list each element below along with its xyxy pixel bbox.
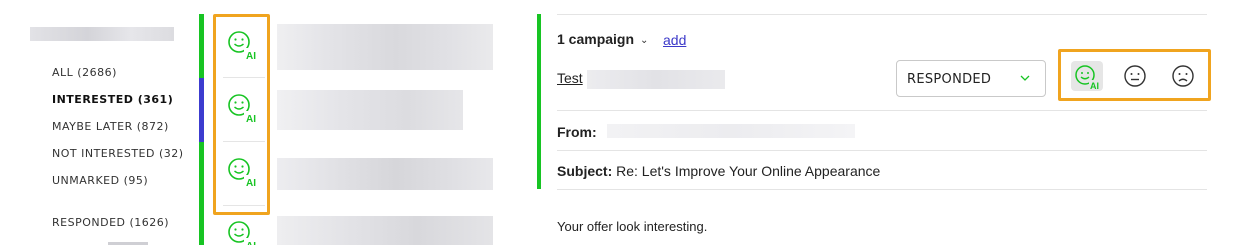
svg-text:AI: AI [246, 241, 256, 245]
filter-responded[interactable]: RESPONDED (1626) [52, 216, 169, 229]
status-dropdown[interactable]: RESPONDED [896, 60, 1046, 97]
divider [557, 14, 1207, 15]
chevron-down-icon [1020, 75, 1030, 81]
message-body: Your offer look interesting. [557, 219, 708, 234]
ai-smile-icon[interactable]: AI [226, 219, 260, 245]
list-item[interactable]: AI [199, 142, 519, 206]
neutral-button[interactable] [1119, 61, 1151, 91]
subject-value: Re: Let's Improve Your Online Appearance [616, 163, 881, 179]
filter-maybe-later[interactable]: MAYBE LATER (872) [52, 120, 169, 133]
add-campaign-link[interactable]: add [663, 32, 686, 48]
row-status-bar [199, 206, 204, 245]
divider [557, 110, 1207, 111]
ai-smile-icon[interactable]: AI [226, 92, 260, 126]
filter-all[interactable]: ALL (2686) [52, 66, 117, 79]
from-address-redacted [607, 124, 855, 138]
neutral-face-icon [1124, 65, 1146, 87]
row-status-bar [199, 142, 204, 206]
campaign-selector[interactable]: 1 campaign ⌄ [557, 31, 648, 47]
list-item[interactable]: AI [199, 14, 519, 78]
svg-text:AI: AI [246, 178, 256, 189]
sentiment-selector: AI [1058, 49, 1211, 101]
list-item[interactable]: AI [199, 78, 519, 142]
filter-interested[interactable]: INTERESTED (361) [52, 93, 173, 106]
list-item[interactable]: AI [199, 206, 519, 245]
svg-text:AI: AI [246, 114, 256, 125]
filter-not-interested[interactable]: NOT INTERESTED (32) [52, 147, 184, 160]
row-preview-redacted [277, 90, 463, 130]
row-preview-redacted [277, 158, 493, 190]
campaign-label: 1 campaign [557, 31, 635, 47]
divider [557, 189, 1207, 190]
subject-line: Subject: Re: Let's Improve Your Online A… [557, 163, 880, 179]
row-status-bar [199, 78, 204, 142]
filter-item-partial [52, 237, 148, 245]
conversation-detail: 1 campaign ⌄ add Test RESPONDED AI From:… [537, 14, 1217, 245]
lead-name-link[interactable]: Test [557, 70, 583, 86]
svg-text:AI: AI [246, 51, 256, 62]
ai-smile-icon[interactable]: AI [226, 156, 260, 190]
svg-text:AI: AI [1090, 81, 1099, 90]
detail-status-bar [537, 14, 541, 189]
ai-smile-icon[interactable]: AI [226, 29, 260, 63]
row-preview-redacted [277, 24, 493, 70]
subject-label: Subject: [557, 163, 613, 179]
divider [557, 150, 1207, 151]
chevron-down-icon: ⌄ [640, 35, 649, 46]
lead-email-redacted [587, 70, 725, 89]
sidebar-title-redacted [30, 27, 174, 41]
status-value: RESPONDED [907, 72, 992, 87]
sad-face-icon [1172, 65, 1194, 87]
ai-smile-icon: AI [1075, 65, 1102, 90]
from-label: From: [557, 124, 597, 140]
ai-positive-button[interactable]: AI [1071, 61, 1103, 91]
filter-sidebar: ALL (2686) INTERESTED (361) MAYBE LATER … [0, 0, 200, 245]
negative-button[interactable] [1167, 61, 1199, 91]
filter-unmarked[interactable]: UNMARKED (95) [52, 174, 148, 187]
row-status-bar [199, 14, 204, 78]
row-preview-redacted [277, 216, 493, 245]
conversation-list: AI AI AI [199, 0, 519, 245]
